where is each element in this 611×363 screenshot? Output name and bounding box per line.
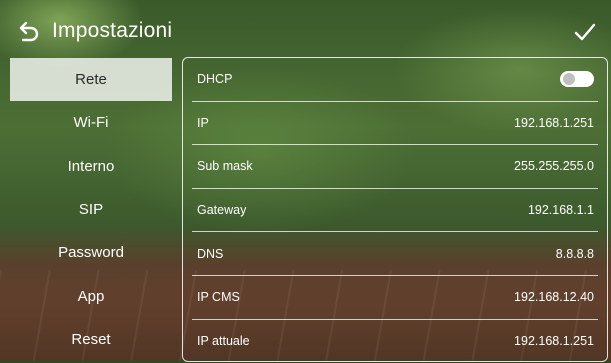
gateway-value[interactable]: 192.168.1.1 bbox=[528, 203, 594, 217]
dns-label: DNS bbox=[197, 246, 224, 261]
sidebar-item-wifi[interactable]: Wi-Fi bbox=[10, 101, 172, 144]
submask-value[interactable]: 255.255.255.0 bbox=[514, 159, 594, 173]
checkmark-icon[interactable] bbox=[573, 20, 597, 44]
ip-current-label: IP attuale bbox=[197, 334, 250, 349]
ip-cms-row[interactable]: IP CMS 192.168.12.40 bbox=[192, 276, 598, 320]
toggle-knob bbox=[563, 73, 575, 86]
ip-cms-value[interactable]: 192.168.12.40 bbox=[514, 290, 594, 304]
page-title: Impostazioni bbox=[52, 19, 173, 42]
dhcp-toggle[interactable] bbox=[560, 71, 594, 88]
ip-row[interactable]: IP 192.168.1.251 bbox=[192, 102, 598, 146]
settings-sidebar: Rete Wi-Fi Interno SIP Password App Rese… bbox=[10, 58, 172, 361]
dhcp-label: DHCP bbox=[197, 72, 233, 87]
sidebar-item-password[interactable]: Password bbox=[10, 231, 172, 274]
ip-current-row: IP attuale 192.168.1.251 bbox=[192, 320, 598, 363]
submask-label: Sub mask bbox=[197, 159, 253, 174]
dns-row[interactable]: DNS 8.8.8.8 bbox=[192, 232, 598, 276]
gateway-label: Gateway bbox=[197, 203, 247, 218]
ip-value[interactable]: 192.168.1.251 bbox=[514, 116, 594, 130]
header: Impostazioni bbox=[0, 0, 611, 58]
submask-row[interactable]: Sub mask 255.255.255.0 bbox=[192, 145, 598, 189]
sidebar-item-interno[interactable]: Interno bbox=[10, 145, 172, 188]
back-arrow-icon[interactable] bbox=[16, 20, 40, 44]
sidebar-item-rete[interactable]: Rete bbox=[10, 58, 172, 102]
sidebar-item-reset[interactable]: Reset bbox=[10, 318, 172, 361]
ip-cms-label: IP CMS bbox=[197, 290, 240, 305]
ip-current-value: 192.168.1.251 bbox=[514, 334, 594, 349]
dhcp-row: DHCP bbox=[192, 58, 598, 102]
sidebar-item-sip[interactable]: SIP bbox=[10, 188, 172, 231]
gateway-row[interactable]: Gateway 192.168.1.1 bbox=[192, 189, 598, 233]
ip-label: IP bbox=[197, 115, 209, 130]
dns-value[interactable]: 8.8.8.8 bbox=[556, 247, 594, 261]
sidebar-item-app[interactable]: App bbox=[10, 274, 172, 317]
network-settings-panel: DHCP IP 192.168.1.251 Sub mask 255.255.2… bbox=[182, 57, 608, 362]
